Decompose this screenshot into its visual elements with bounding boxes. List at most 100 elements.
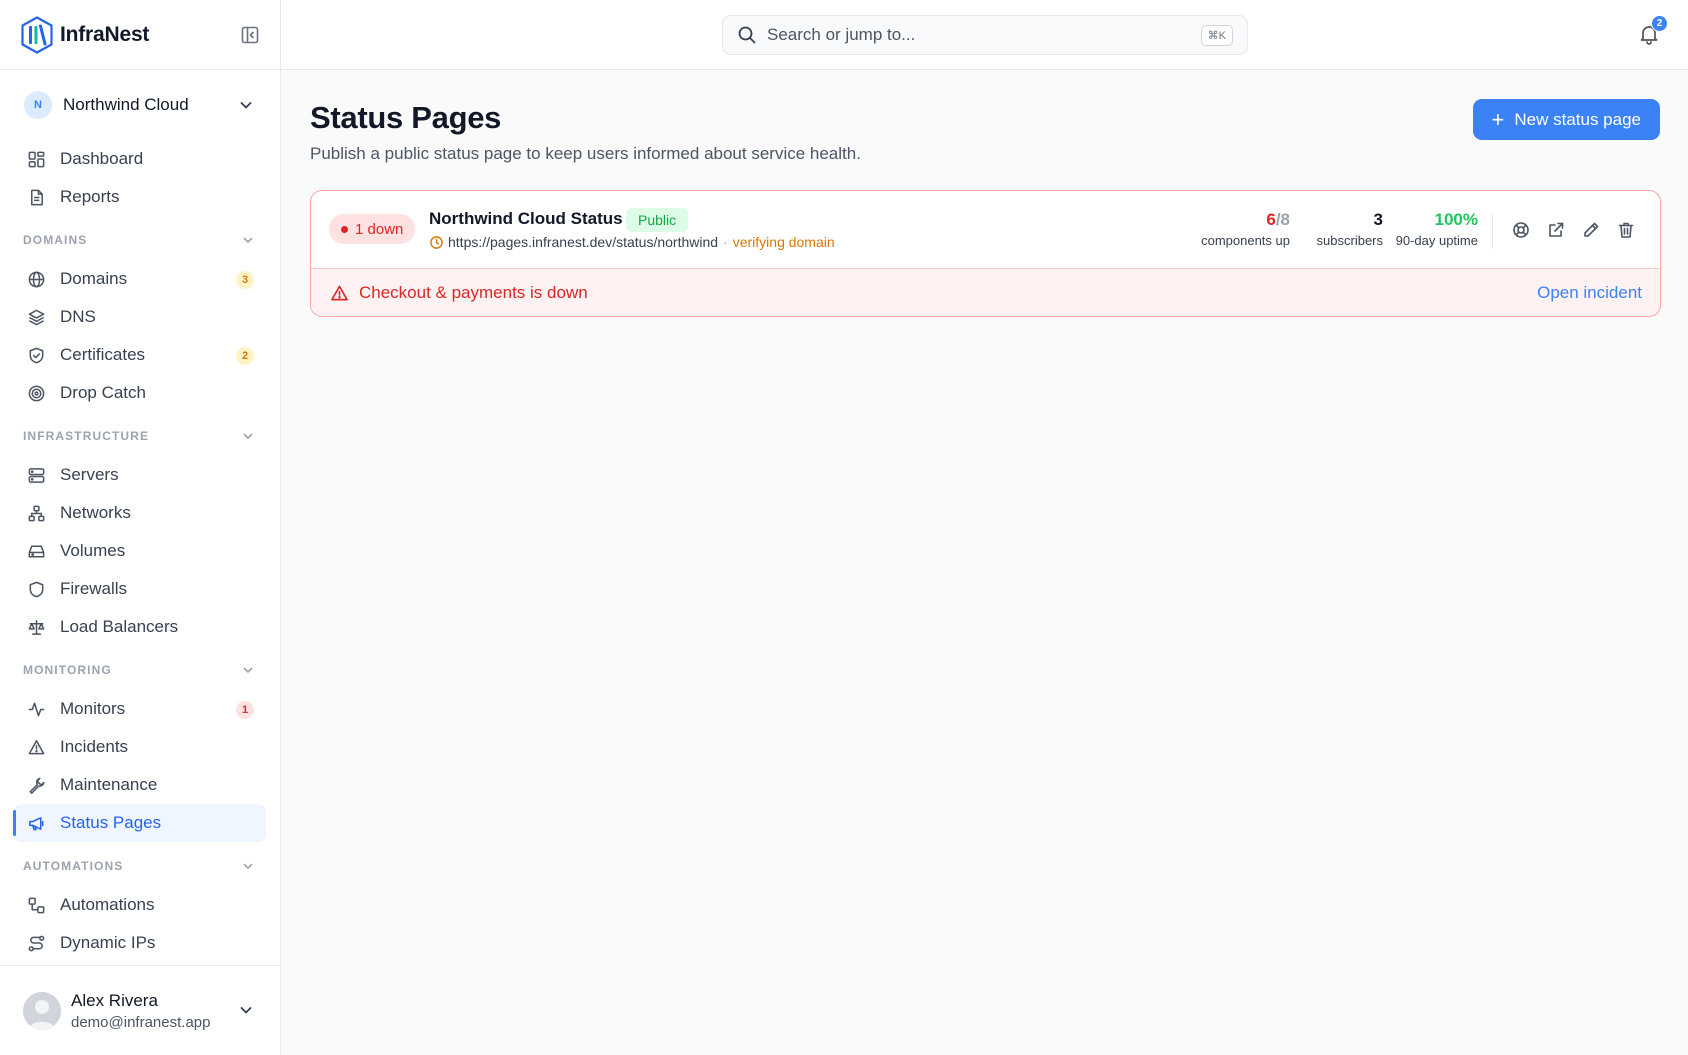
- sidebar-item-label: Load Balancers: [60, 617, 179, 636]
- sidebar-item-certificates[interactable]: Certificates 2: [14, 336, 266, 374]
- user-menu[interactable]: Alex Rivera demo@infranest.app: [0, 965, 280, 1055]
- section-automations[interactable]: AUTOMATIONS: [0, 846, 280, 886]
- count-badge: 2: [236, 347, 254, 365]
- sidebar-item-label: Automations: [60, 895, 155, 914]
- user-name: Alex Rivera: [71, 990, 158, 1010]
- shield-icon: [26, 579, 46, 599]
- sidebar-item-label: Servers: [60, 465, 119, 484]
- sidebar-item-domains[interactable]: Domains 3: [14, 260, 266, 298]
- sidebar-item-label: Maintenance: [60, 775, 158, 794]
- separator: ·: [723, 234, 728, 250]
- sidebar-item-label: Firewalls: [60, 579, 128, 598]
- new-status-page-button[interactable]: + New status page: [1472, 99, 1660, 140]
- external-link-icon[interactable]: [1546, 220, 1566, 240]
- uptime-stat: 100% 90-day uptime: [1396, 210, 1478, 248]
- server-icon: [26, 465, 46, 485]
- sidebar-item-label: Certificates: [60, 345, 146, 364]
- top-bar: Search or jump to... ⌘K 2: [281, 0, 1688, 70]
- divider: [1492, 213, 1493, 249]
- user-avatar-icon: [23, 991, 61, 1030]
- search-input[interactable]: Search or jump to... ⌘K: [722, 15, 1248, 55]
- sidebar-item-label: Monitors: [60, 699, 126, 718]
- sidebar-item-incidents[interactable]: Incidents: [14, 728, 266, 766]
- count-badge: 1: [236, 701, 254, 719]
- sidebar-item-status-pages[interactable]: Status Pages: [13, 804, 266, 842]
- status-badge-label: 1 down: [355, 220, 404, 238]
- page-subtitle: Publish a public status page to keep use…: [310, 144, 861, 163]
- subscribers-label: subscribers: [1316, 233, 1383, 248]
- warning-icon: [26, 737, 46, 757]
- section-infrastructure[interactable]: INFRASTRUCTURE: [0, 416, 280, 456]
- subscribers-stat: 3 subscribers: [1317, 210, 1383, 248]
- plus-icon: +: [1491, 106, 1505, 132]
- org-name: Northwind Cloud: [63, 95, 189, 114]
- subscribers-value: 3: [1373, 210, 1383, 229]
- components-total-value: /8: [1275, 210, 1290, 229]
- activity-icon: [26, 699, 46, 719]
- incident-alert: Checkout & payments is down Open inciden…: [311, 268, 1660, 316]
- dashboard-icon: [26, 149, 46, 169]
- main-content: Status Pages Publish a public status pag…: [281, 70, 1688, 1055]
- section-label: MONITORING: [23, 663, 112, 677]
- sidebar-item-drop-catch[interactable]: Drop Catch: [14, 374, 266, 412]
- trash-icon[interactable]: [1616, 220, 1636, 240]
- sidebar-item-label: Volumes: [60, 541, 126, 560]
- layers-icon: [26, 307, 46, 327]
- section-label: DOMAINS: [23, 233, 88, 247]
- sidebar-item-dynamic-ips[interactable]: Dynamic IPs: [14, 924, 266, 962]
- sidebar-item-networks[interactable]: Networks: [14, 494, 266, 532]
- search-shortcut: ⌘K: [1200, 25, 1233, 46]
- visibility-badge: Public: [626, 208, 689, 232]
- pencil-icon[interactable]: [1581, 220, 1601, 240]
- sidebar-item-label: Dynamic IPs: [60, 933, 156, 952]
- org-avatar: N: [24, 91, 52, 119]
- lifebuoy-icon[interactable]: [1511, 220, 1531, 240]
- status-page-summary: 1 down Northwind Cloud Status Public htt…: [311, 191, 1660, 268]
- globe-icon: [26, 269, 46, 289]
- search-placeholder: Search or jump to...: [767, 25, 916, 44]
- open-incident-link[interactable]: Open incident: [1537, 283, 1642, 303]
- components-up-label: components up: [1201, 233, 1290, 248]
- status-page-name[interactable]: Northwind Cloud Status: [429, 209, 623, 229]
- uptime-label: 90-day uptime: [1395, 233, 1478, 248]
- status-page-url[interactable]: https://pages.infranest.dev/status/north…: [448, 234, 718, 250]
- workflow-icon: [26, 895, 46, 915]
- sidebar-item-label: Networks: [60, 503, 131, 522]
- sidebar-item-reports[interactable]: Reports: [14, 178, 266, 216]
- section-label: INFRASTRUCTURE: [23, 429, 150, 443]
- sidebar-item-label: Drop Catch: [60, 383, 146, 402]
- sidebar-item-automations[interactable]: Automations: [14, 886, 266, 924]
- chevron-down-icon: [240, 1007, 252, 1014]
- sidebar-item-monitors[interactable]: Monitors 1: [14, 690, 266, 728]
- sidebar-item-load-balancers[interactable]: Load Balancers: [14, 608, 266, 646]
- section-domains[interactable]: DOMAINS: [0, 220, 280, 260]
- hard-drive-icon: [26, 541, 46, 561]
- sidebar-item-dns[interactable]: DNS: [14, 298, 266, 336]
- sidebar-item-label: Dashboard: [60, 149, 144, 168]
- status-page-card[interactable]: 1 down Northwind Cloud Status Public htt…: [310, 190, 1661, 317]
- sidebar-collapse-icon[interactable]: [240, 25, 260, 45]
- wrench-icon: [26, 775, 46, 795]
- shield-check-icon: [26, 345, 46, 365]
- sidebar-item-firewalls[interactable]: Firewalls: [14, 570, 266, 608]
- sidebar-item-volumes[interactable]: Volumes: [14, 532, 266, 570]
- status-badge: 1 down: [329, 214, 416, 244]
- infranest-logo-icon: [21, 15, 53, 54]
- section-label: AUTOMATIONS: [23, 859, 124, 873]
- target-icon: [26, 383, 46, 403]
- sidebar: InfraNest N Northwind Cloud Dashboard Re…: [0, 0, 281, 1055]
- status-dot: [341, 225, 348, 233]
- sidebar-item-maintenance[interactable]: Maintenance: [14, 766, 266, 804]
- notification-count-badge: 2: [1651, 15, 1668, 32]
- button-label: New status page: [1514, 109, 1641, 129]
- sidebar-item-servers[interactable]: Servers: [14, 456, 266, 494]
- chevron-down-icon: [243, 237, 253, 244]
- count-badge: 3: [236, 271, 254, 289]
- page-title: Status Pages: [310, 100, 502, 135]
- sidebar-item-dashboard[interactable]: Dashboard: [14, 140, 266, 178]
- warning-icon: [331, 285, 348, 300]
- chevron-down-icon: [243, 433, 253, 440]
- section-monitoring[interactable]: MONITORING: [0, 650, 280, 690]
- sidebar-item-label: Status Pages: [60, 813, 162, 832]
- org-switcher[interactable]: N Northwind Cloud: [0, 70, 280, 140]
